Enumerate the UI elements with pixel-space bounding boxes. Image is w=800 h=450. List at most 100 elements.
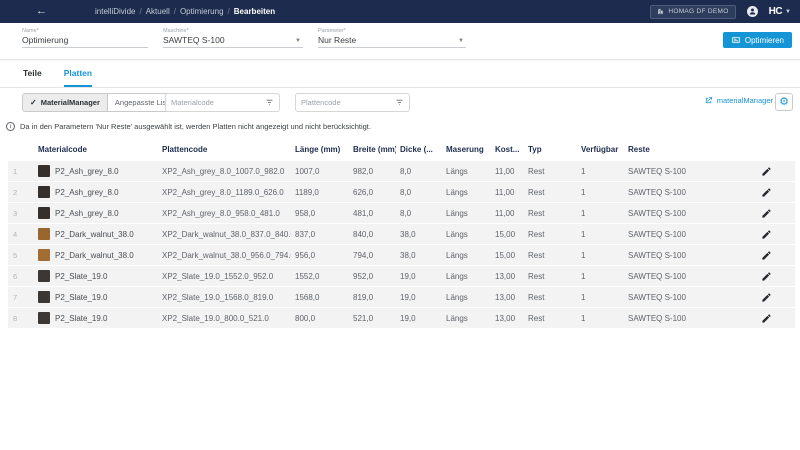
homag-group-logo[interactable]: HC ▼ xyxy=(769,6,791,17)
cell-reste: SAWTEQ S-100 xyxy=(628,208,686,218)
plates-table: Materialcode Plattencode Länge (mm) Brei… xyxy=(8,137,795,328)
table-row[interactable]: 2 P2_Ash_grey_8.0 XP2_Ash_grey_8.0_1189.0_… xyxy=(8,182,795,202)
tab-platten[interactable]: Platten xyxy=(63,68,93,87)
cell-laenge: 1568,0 xyxy=(295,292,320,302)
breadcrumb: intelliDivide / Aktuell / Optimierung / … xyxy=(95,7,275,16)
user-avatar-icon[interactable] xyxy=(746,6,758,17)
table-header-row: Materialcode Plattencode Länge (mm) Brei… xyxy=(8,137,795,161)
cell-verfuegbar: 1 xyxy=(581,166,586,176)
cell-maserung: Längs xyxy=(446,271,468,281)
edit-row-button[interactable] xyxy=(755,313,795,324)
materialmanager-link-label: materialManager xyxy=(716,96,773,105)
column-header-laenge[interactable]: Länge (mm) xyxy=(291,145,349,154)
edit-row-button[interactable] xyxy=(755,208,795,219)
table-row[interactable]: 5 P2_Dark_walnut_38.0 XP2_Dark_walnut_38.0… xyxy=(8,245,795,265)
column-header-typ[interactable]: Typ xyxy=(524,145,577,154)
app-window: ← intelliDivide / Aktuell / Optimierung … xyxy=(0,0,800,450)
breadcrumb-aktuell[interactable]: Aktuell xyxy=(146,7,170,16)
materialmanager-link[interactable]: materialManager xyxy=(704,96,773,105)
cell-verfuegbar: 1 xyxy=(581,292,586,302)
cell-kosten: 13,00 xyxy=(495,292,516,302)
cell-plattencode: XP2_Ash_grey_8.0_1189.0_626.0 xyxy=(162,187,284,197)
column-header-breite[interactable]: Breite (mm) xyxy=(349,145,396,154)
materialcode-filter-input[interactable] xyxy=(171,98,265,107)
cell-plattencode: XP2_Slate_19.0_1552.0_952.0 xyxy=(162,271,274,281)
back-arrow-icon[interactable]: ← xyxy=(36,6,47,17)
tab-bar: Teile Platten xyxy=(0,60,800,88)
cell-maserung: Längs xyxy=(446,208,468,218)
cell-breite: 952,0 xyxy=(353,271,374,281)
tenant-button-label: HOMAG DF DEMO xyxy=(668,8,729,15)
pencil-icon xyxy=(761,208,772,219)
material-color-swatch xyxy=(38,249,50,261)
cell-kosten: 11,00 xyxy=(495,166,515,176)
row-number: 5 xyxy=(13,250,18,260)
column-header-maserung[interactable]: Maserung xyxy=(442,145,491,154)
name-field[interactable]: Name* Optimierung xyxy=(22,28,148,48)
source-toggle-group: ✓ MaterialManager Angepasste Liste xyxy=(22,93,181,112)
plates-toolbar: ✓ MaterialManager Angepasste Liste mater… xyxy=(0,93,800,115)
column-header-dicke[interactable]: Dicke (... xyxy=(396,145,442,154)
settings-button[interactable]: ⚙ xyxy=(775,93,793,111)
column-header-kosten[interactable]: Kost... xyxy=(491,145,524,154)
material-color-swatch xyxy=(38,228,50,240)
cell-breite: 481,0 xyxy=(353,208,374,218)
maschine-select-value[interactable]: SAWTEQ S-100 xyxy=(163,35,303,45)
cell-dicke: 19,0 xyxy=(400,271,416,281)
filter-icon[interactable] xyxy=(265,98,274,107)
parameter-select[interactable]: Parameter* Nur Reste ▼ xyxy=(318,28,466,48)
plattencode-filter-input[interactable] xyxy=(301,98,395,107)
check-icon: ✓ xyxy=(30,98,37,107)
table-row[interactable]: 8 P2_Slate_19.0 XP2_Slate_19.0_800.0_521.0… xyxy=(8,308,795,328)
table-row[interactable]: 1 P2_Ash_grey_8.0 XP2_Ash_grey_8.0_1007.0_… xyxy=(8,161,795,181)
cell-typ: Rest xyxy=(528,166,545,176)
material-color-swatch xyxy=(38,291,50,303)
cell-typ: Rest xyxy=(528,250,545,260)
edit-row-button[interactable] xyxy=(755,187,795,198)
edit-row-button[interactable] xyxy=(755,292,795,303)
cell-dicke: 19,0 xyxy=(400,313,416,323)
maschine-select[interactable]: Maschine* SAWTEQ S-100 ▼ xyxy=(163,28,303,48)
toggle-materialmanager[interactable]: ✓ MaterialManager xyxy=(23,94,108,111)
edit-row-button[interactable] xyxy=(755,271,795,282)
tenant-button[interactable]: HOMAG DF DEMO xyxy=(650,4,736,19)
edit-row-button[interactable] xyxy=(755,250,795,261)
breadcrumb-intellidivide[interactable]: intelliDivide xyxy=(95,7,135,16)
breadcrumb-optimierung[interactable]: Optimierung xyxy=(180,7,224,16)
column-header-plattencode[interactable]: Plattencode xyxy=(158,145,291,154)
building-icon xyxy=(657,8,664,15)
filter-icon[interactable] xyxy=(395,98,404,107)
cell-materialcode-label: P2_Ash_grey_8.0 xyxy=(55,208,119,218)
table-row[interactable]: 6 P2_Slate_19.0 XP2_Slate_19.0_1552.0_952.… xyxy=(8,266,795,286)
table-row[interactable]: 4 P2_Dark_walnut_38.0 XP2_Dark_walnut_38.0… xyxy=(8,224,795,244)
row-number: 1 xyxy=(13,166,18,176)
column-header-reste[interactable]: Reste xyxy=(624,145,755,154)
tab-teile[interactable]: Teile xyxy=(23,68,42,87)
optimize-button[interactable]: Optimieren xyxy=(722,32,792,48)
cell-dicke: 38,0 xyxy=(400,229,416,239)
name-field-value[interactable]: Optimierung xyxy=(22,35,148,45)
cell-plattencode: XP2_Dark_walnut_38.0_956.0_794.0 xyxy=(162,250,291,260)
edit-row-button[interactable] xyxy=(755,229,795,240)
edit-row-button[interactable] xyxy=(755,166,795,177)
pencil-icon xyxy=(761,166,772,177)
row-number: 7 xyxy=(13,292,18,302)
row-number: 4 xyxy=(13,229,18,239)
table-row[interactable]: 3 P2_Ash_grey_8.0 XP2_Ash_grey_8.0_958.0_4… xyxy=(8,203,795,223)
parameter-select-value[interactable]: Nur Reste xyxy=(318,35,466,45)
column-header-materialcode[interactable]: Materialcode xyxy=(34,145,158,154)
cell-verfuegbar: 1 xyxy=(581,271,586,281)
cell-dicke: 8,0 xyxy=(400,208,412,218)
row-number: 3 xyxy=(13,208,18,218)
table-row[interactable]: 7 P2_Slate_19.0 XP2_Slate_19.0_1568.0_819.… xyxy=(8,287,795,307)
column-header-verfuegbar[interactable]: Verfügbar xyxy=(577,145,624,154)
cell-verfuegbar: 1 xyxy=(581,187,586,197)
cell-materialcode: P2_Ash_grey_8.0 xyxy=(34,207,158,219)
cell-plattencode: XP2_Slate_19.0_1568.0_819.0 xyxy=(162,292,274,302)
material-color-swatch xyxy=(38,165,50,177)
cell-materialcode: P2_Slate_19.0 xyxy=(34,291,158,303)
cell-reste: SAWTEQ S-100 xyxy=(628,229,686,239)
cell-dicke: 19,0 xyxy=(400,292,416,302)
pencil-icon xyxy=(761,292,772,303)
cell-reste: SAWTEQ S-100 xyxy=(628,313,686,323)
